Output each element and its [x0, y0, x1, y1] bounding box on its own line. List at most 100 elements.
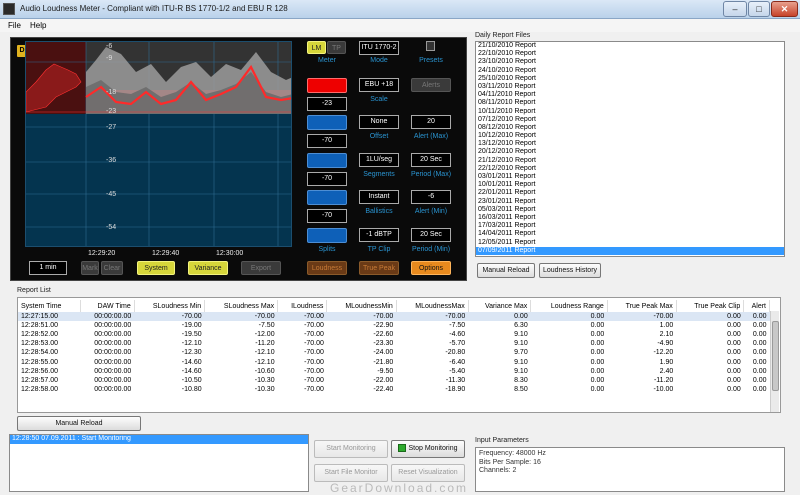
report-file-item[interactable]: 20/12/2010 Report [476, 148, 784, 156]
column-header[interactable]: SLoudness Min [134, 300, 206, 312]
report-list-scrollbar[interactable] [770, 311, 779, 412]
alerts-button[interactable]: Alerts [411, 78, 451, 92]
report-file-item-selected[interactable]: 07/09/2011 Report [476, 246, 784, 255]
mode-field[interactable]: ITU 1770-2 [359, 41, 399, 55]
table-row[interactable]: 12:28:52.00 00:00:00.00 -19.50 -12.00 -70.00… [18, 330, 770, 339]
report-file-item[interactable]: 12/05/2011 Report [476, 239, 784, 247]
alert-min-field[interactable]: -6 [411, 190, 451, 204]
report-file-item[interactable]: 23/01/2011 Report [476, 198, 784, 206]
report-file-item[interactable]: 14/04/2011 Report [476, 230, 784, 238]
report-file-item[interactable]: 23/10/2010 Report [476, 58, 784, 66]
table-row[interactable]: 12:28:54.00 00:00:00.00 -12.30 -12.10 -70.00… [18, 348, 770, 357]
report-manual-reload-button[interactable]: Manual Reload [17, 416, 141, 431]
report-file-item[interactable]: 22/01/2011 Report [476, 189, 784, 197]
period-min-field[interactable]: 20 Sec [411, 228, 451, 242]
report-file-item[interactable]: 16/03/2011 Report [476, 214, 784, 222]
close-button[interactable]: ✕ [771, 1, 798, 17]
column-header[interactable]: SLoudness Max [204, 300, 279, 312]
export-button[interactable]: Export [241, 261, 281, 275]
report-file-item[interactable]: 10/12/2010 Report [476, 132, 784, 140]
offset-mode-field[interactable]: None [359, 115, 399, 129]
report-file-item[interactable]: 24/10/2010 Report [476, 67, 784, 75]
report-file-item[interactable]: 25/10/2010 Report [476, 75, 784, 83]
presets-icon[interactable] [426, 41, 435, 51]
maximize-button[interactable]: □ [748, 1, 770, 17]
column-header[interactable]: True Peak Max [607, 300, 677, 312]
report-file-item[interactable]: 17/03/2011 Report [476, 222, 784, 230]
table-cell: -12.10 [254, 349, 275, 357]
ballistics-field[interactable]: Instant [359, 190, 399, 204]
clear-button[interactable]: Clear [101, 261, 123, 275]
table-row[interactable]: 12:28:51.00 00:00:00.00 -19.00 -7.50 -70.00 -… [18, 321, 770, 330]
report-table[interactable]: System Time DAW Time SLoudness Min SLoud… [18, 300, 770, 394]
scrollbar-thumb[interactable] [772, 321, 779, 391]
log-entry[interactable]: 12:28:50 07.09.2011 : Start Monitoring [10, 435, 308, 444]
scale-label: -54 [106, 224, 117, 231]
report-file-item[interactable]: 08/12/2010 Report [476, 124, 784, 132]
period-max-field[interactable]: 20 Sec [411, 153, 451, 167]
menu-help[interactable]: Help [30, 21, 46, 30]
offset-color-swatch[interactable] [307, 115, 347, 130]
target-value[interactable]: -23 [307, 97, 347, 111]
segments-field[interactable]: 1LU/seg [359, 153, 399, 167]
report-file-item[interactable]: 04/11/2010 Report [476, 91, 784, 99]
alert-max-field[interactable]: 20 [411, 115, 451, 129]
report-file-item[interactable]: 07/12/2010 Report [476, 116, 784, 124]
report-file-item[interactable]: 22/12/2010 Report [476, 165, 784, 173]
reset-visualization-button[interactable]: Reset Visualization [391, 464, 465, 482]
lm-button[interactable]: LM [307, 41, 326, 54]
report-file-item[interactable]: 03/11/2010 Report [476, 83, 784, 91]
table-row[interactable]: 12:28:57.00 00:00:00.00 -10.50 -10.30 -70.00… [18, 376, 770, 385]
offset-value[interactable]: -70 [307, 134, 347, 148]
report-file-item[interactable]: 21/10/2010 Report [476, 42, 784, 50]
loudness-button[interactable]: Loudness [307, 261, 347, 275]
table-row[interactable]: 12:27:15.00 00:00:00.00 -70.00 -70.00 -70.00… [18, 312, 770, 322]
scale-field[interactable]: EBU +18 [359, 78, 399, 92]
table-row[interactable]: 12:28:58.00 00:00:00.00 -10.80 -10.30 -70.00… [18, 385, 770, 394]
tp-clip-field[interactable]: -1 dBTP [359, 228, 399, 242]
start-file-monitor-button[interactable]: Start File Monitor [314, 464, 388, 482]
daily-report-list[interactable]: 21/10/2010 Report 22/10/2010 Report 23/1… [475, 41, 785, 257]
ballistics-color-swatch[interactable] [307, 190, 347, 205]
target-color-swatch[interactable] [307, 78, 347, 93]
start-monitoring-button[interactable]: Start Monitoring [314, 440, 388, 458]
report-file-item[interactable]: 08/11/2010 Report [476, 99, 784, 107]
column-header[interactable]: System Time [18, 300, 81, 312]
column-header[interactable]: Variance Max [468, 300, 532, 312]
table-row[interactable]: 12:28:53.00 00:00:00.00 -12.10 -11.20 -70.00… [18, 339, 770, 348]
table-row[interactable]: 12:28:56.00 00:00:00.00 -14.60 -10.60 -70.00… [18, 367, 770, 376]
column-header[interactable]: ILoudness [277, 300, 328, 312]
column-header[interactable]: MLoudnessMin [326, 300, 397, 312]
tp-button[interactable]: TP [327, 41, 346, 54]
report-file-item[interactable]: 03/01/2011 Report [476, 173, 784, 181]
mark-button[interactable]: Mark [81, 261, 99, 275]
segments-color-swatch[interactable] [307, 153, 347, 168]
table-row[interactable]: 12:28:55.00 00:00:00.00 -14.60 -12.10 -70.00… [18, 357, 770, 366]
system-button[interactable]: System [137, 261, 175, 275]
variance-button[interactable]: Variance [188, 261, 228, 275]
report-file-item[interactable]: 10/11/2010 Report [476, 108, 784, 116]
column-header[interactable]: MLoudnessMax [396, 300, 469, 312]
duration-field[interactable]: 1 min [29, 261, 67, 275]
loudness-history-button[interactable]: Loudness History [539, 263, 601, 278]
true-peak-button[interactable]: True Peak [359, 261, 399, 275]
menu-file[interactable]: File [8, 21, 21, 30]
column-header[interactable]: Loudness Range [530, 300, 608, 312]
report-file-item[interactable]: 05/03/2011 Report [476, 206, 784, 214]
report-file-item[interactable]: 10/01/2011 Report [476, 181, 784, 189]
options-button[interactable]: Options [411, 261, 451, 275]
app-icon [3, 3, 15, 15]
minimize-button[interactable]: – [723, 1, 747, 17]
ballistics-box-value[interactable]: -70 [307, 209, 347, 223]
report-file-item[interactable]: 13/12/2010 Report [476, 140, 784, 148]
log-list[interactable]: 12:28:50 07.09.2011 : Start Monitoring [9, 434, 309, 492]
splits-color-swatch[interactable] [307, 228, 347, 243]
segments-box-value[interactable]: -70 [307, 172, 347, 186]
daily-manual-reload-button[interactable]: Manual Reload [477, 263, 535, 278]
column-header[interactable]: Alert [743, 300, 770, 312]
column-header[interactable]: DAW Time [80, 300, 135, 312]
report-file-item[interactable]: 22/10/2010 Report [476, 50, 784, 58]
stop-monitoring-button[interactable]: Stop Monitoring [391, 440, 465, 458]
report-file-item[interactable]: 21/12/2010 Report [476, 157, 784, 165]
column-header[interactable]: True Peak Clip [676, 300, 745, 312]
